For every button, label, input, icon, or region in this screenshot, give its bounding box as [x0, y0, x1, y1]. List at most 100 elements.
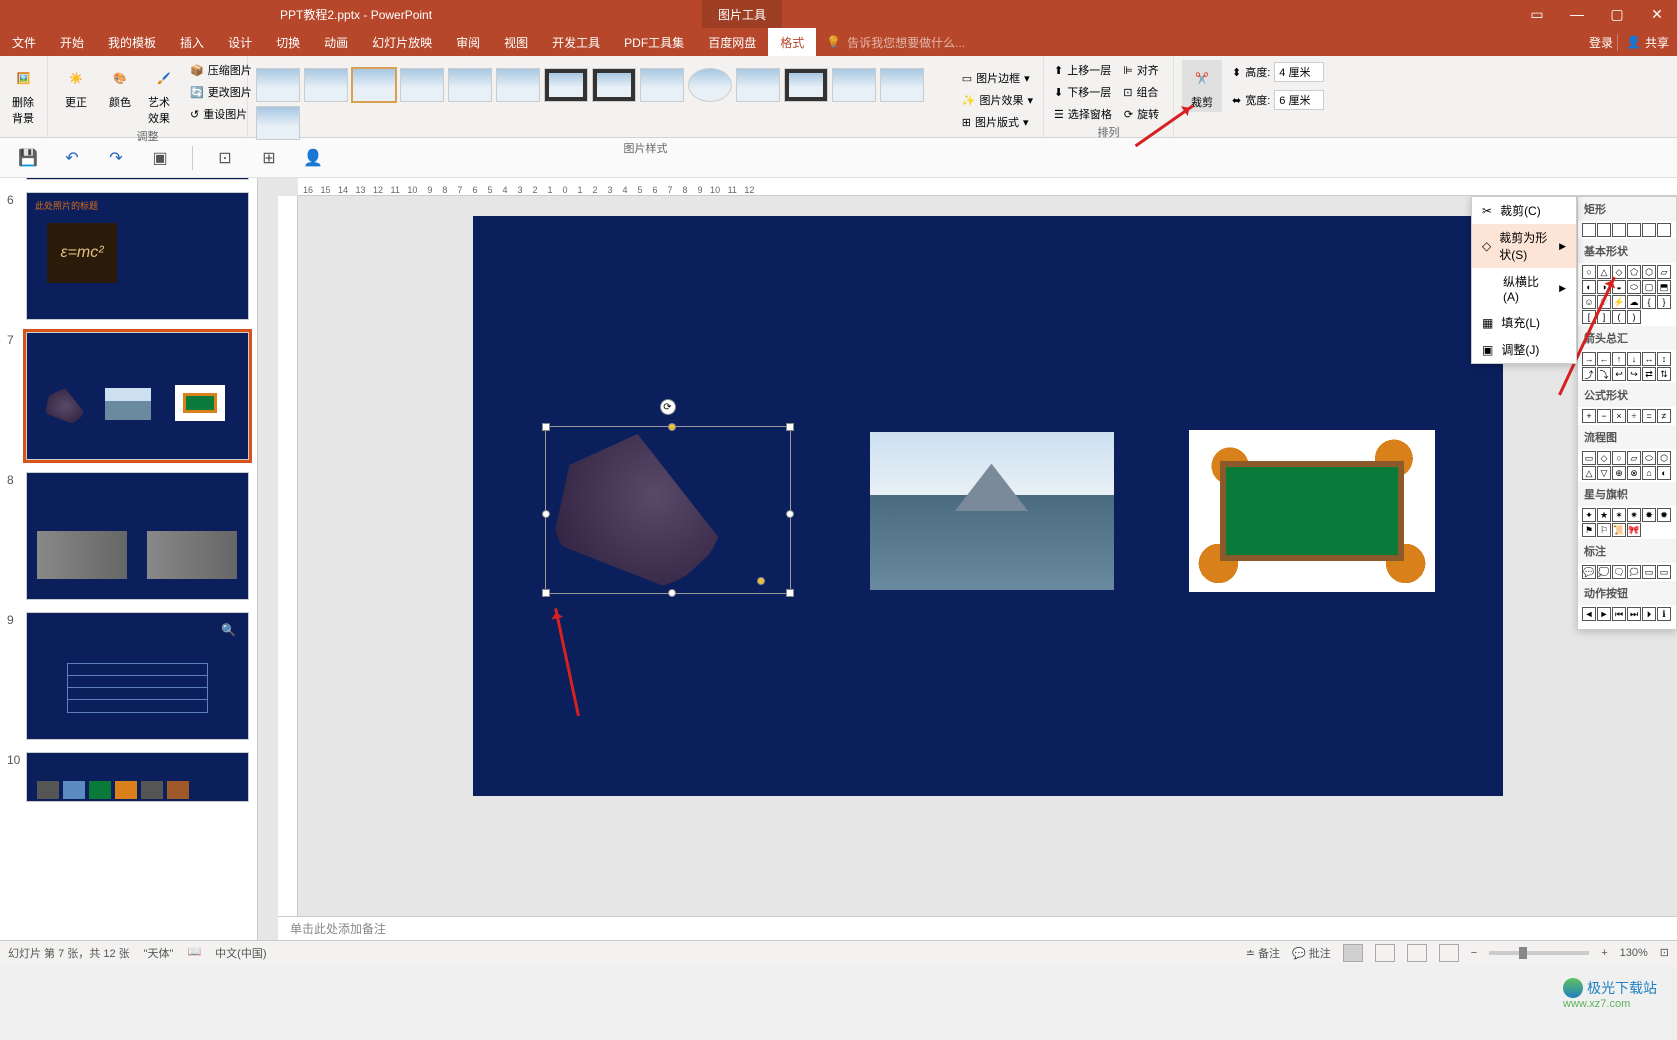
width-input[interactable] [1274, 90, 1324, 110]
color-button[interactable]: 🎨颜色 [100, 60, 140, 112]
notes-toggle[interactable]: ≐ 备注 [1246, 945, 1280, 961]
tab-file[interactable]: 文件 [0, 28, 48, 56]
shape-basic[interactable]: ◐ [1582, 280, 1596, 294]
tab-animations[interactable]: 动画 [312, 28, 360, 56]
shape-basic[interactable]: ☁ [1627, 295, 1641, 309]
shape-flowchart[interactable]: ○ [1612, 451, 1626, 465]
shape-equation[interactable]: ≠ [1657, 409, 1671, 423]
shape-basic[interactable]: ( [1612, 310, 1626, 324]
tab-slideshow[interactable]: 幻灯片放映 [360, 28, 444, 56]
shape-arrow[interactable]: → [1582, 352, 1596, 366]
crop-menu-crop[interactable]: ✂裁剪(C) [1472, 197, 1576, 224]
shape-arrow[interactable]: ↩ [1612, 367, 1626, 381]
tab-insert[interactable]: 插入 [168, 28, 216, 56]
picture-style-thumb[interactable] [784, 68, 828, 102]
shape-flowchart[interactable]: ▽ [1597, 466, 1611, 480]
shape-callout[interactable]: ▭ [1642, 565, 1656, 579]
selection-pane-button[interactable]: ☰选择窗格 [1052, 104, 1114, 124]
slide-thumb-9[interactable]: 9 🔍 [26, 612, 249, 740]
picture-chalkboard[interactable] [1189, 430, 1435, 592]
slide-thumb-10[interactable]: 10 [26, 752, 249, 802]
tab-view[interactable]: 视图 [492, 28, 540, 56]
shape-flowchart[interactable]: ⌂ [1642, 466, 1656, 480]
shape-equation[interactable]: ÷ [1627, 409, 1641, 423]
picture-style-thumb[interactable] [736, 68, 780, 102]
shape-star[interactable]: ✶ [1612, 508, 1626, 522]
shape-star[interactable]: 📜 [1612, 523, 1626, 537]
picture-style-thumb[interactable] [400, 68, 444, 102]
login-button[interactable]: 登录 [1589, 34, 1613, 51]
picture-style-thumb[interactable] [688, 68, 732, 102]
shape-star[interactable]: ✷ [1627, 508, 1641, 522]
shape-basic[interactable]: ⬭ [1627, 280, 1641, 294]
shape-arrow[interactable]: ↓ [1627, 352, 1641, 366]
start-from-beginning-button[interactable]: ▣ [148, 146, 172, 170]
rotate-button[interactable]: ⟳旋转 [1122, 104, 1161, 124]
save-button[interactable]: 💾 [16, 146, 40, 170]
shape-arrow[interactable]: ↑ [1612, 352, 1626, 366]
maximize-icon[interactable]: ▢ [1597, 0, 1637, 28]
resize-handle[interactable] [542, 423, 550, 431]
shape-arrow[interactable]: ⤵ [1597, 367, 1611, 381]
shape-action[interactable]: ⏵ [1642, 607, 1656, 621]
shape-flowchart[interactable]: ◇ [1597, 451, 1611, 465]
shape-callout[interactable]: 🗨 [1612, 565, 1626, 579]
shape-callout[interactable]: ▭ [1657, 565, 1671, 579]
shape-flowchart[interactable]: ⊗ [1627, 466, 1641, 480]
shape-basic[interactable]: { [1642, 295, 1656, 309]
artistic-effects-button[interactable]: 🖌️艺术效果 [144, 60, 184, 128]
shape-arrow[interactable]: ↕ [1657, 352, 1671, 366]
comments-toggle[interactable]: 💬 批注 [1292, 945, 1331, 961]
tab-pdf-tools[interactable]: PDF工具集 [612, 28, 696, 56]
picture-effects-button[interactable]: ✨图片效果 ▾ [960, 90, 1035, 110]
tab-developer[interactable]: 开发工具 [540, 28, 612, 56]
resize-handle[interactable] [542, 589, 550, 597]
shape-basic[interactable]: ▱ [1657, 265, 1671, 279]
shape-basic[interactable]: ⬡ [1642, 265, 1656, 279]
picture-style-thumb[interactable] [304, 68, 348, 102]
reading-view-button[interactable] [1407, 944, 1427, 962]
picture-style-thumb[interactable] [544, 68, 588, 102]
shape-action[interactable]: ℹ [1657, 607, 1671, 621]
shape-star[interactable]: ★ [1597, 508, 1611, 522]
shape-action[interactable]: ⏮ [1612, 607, 1626, 621]
zoom-slider[interactable] [1489, 951, 1589, 955]
shape-action[interactable]: ► [1597, 607, 1611, 621]
shape-arrow[interactable]: ⇄ [1642, 367, 1656, 381]
picture-mountain[interactable] [870, 432, 1114, 590]
shape-equation[interactable]: = [1642, 409, 1656, 423]
shape-callout[interactable]: 🗯 [1627, 565, 1641, 579]
shape-flowchart[interactable]: ▭ [1582, 451, 1596, 465]
redo-button[interactable]: ↷ [104, 146, 128, 170]
picture-style-thumb[interactable] [256, 68, 300, 102]
resize-handle[interactable] [786, 589, 794, 597]
send-backward-button[interactable]: ⬇下移一层 [1052, 82, 1113, 102]
slide-thumb-5[interactable] [26, 178, 249, 180]
zoom-in-button[interactable]: + [1601, 947, 1607, 959]
align-button[interactable]: ⊫对齐 [1121, 60, 1161, 80]
language-status[interactable]: 中文(中国) [215, 945, 266, 961]
minimize-icon[interactable]: — [1557, 0, 1597, 28]
rotation-handle[interactable]: ⟳ [660, 399, 676, 415]
shape-basic[interactable]: } [1657, 295, 1671, 309]
shape-rect[interactable] [1657, 223, 1671, 237]
picture-layout-button[interactable]: ⊞图片版式 ▾ [960, 112, 1035, 132]
picture-style-thumb[interactable] [832, 68, 876, 102]
panel-splitter[interactable] [258, 178, 278, 940]
crop-menu-aspect[interactable]: 纵横比(A)▶ [1472, 268, 1576, 309]
shape-callout[interactable]: 💬 [1582, 565, 1596, 579]
tab-review[interactable]: 审阅 [444, 28, 492, 56]
close-icon[interactable]: ✕ [1637, 0, 1677, 28]
picture-style-thumb[interactable] [880, 68, 924, 102]
slide-thumb-6[interactable]: 6 此处照片的标题 ε=mc² [26, 192, 249, 320]
tab-format[interactable]: 格式 [768, 28, 816, 56]
context-tab-picture-tools[interactable]: 图片工具 [702, 0, 782, 28]
undo-button[interactable]: ↶ [60, 146, 84, 170]
zoom-level[interactable]: 130% [1620, 947, 1648, 959]
resize-handle[interactable] [668, 423, 676, 431]
picture-style-thumb[interactable] [496, 68, 540, 102]
shape-flowchart[interactable]: ▱ [1627, 451, 1641, 465]
slide-thumb-8[interactable]: 8 [26, 472, 249, 600]
crop-menu-fit[interactable]: ▣调整(J) [1472, 336, 1576, 363]
normal-view-button[interactable] [1343, 944, 1363, 962]
